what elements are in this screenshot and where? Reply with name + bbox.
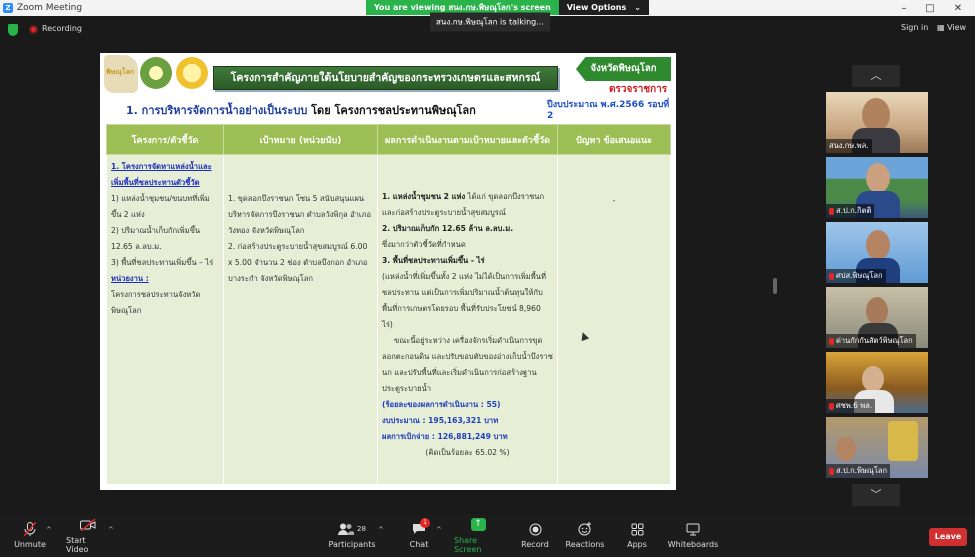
slide-title: โครงการสำคัญภายใต้นโยบายสำคัญของกระทรวงเ… xyxy=(213,66,558,90)
view-button[interactable]: ▦ View xyxy=(937,23,966,32)
security-shield-icon[interactable] xyxy=(8,24,18,36)
inspection-label: ตรวจราชการ xyxy=(609,84,668,95)
ministry-seal-logo xyxy=(140,57,172,89)
chat-options-caret[interactable]: ^ xyxy=(436,526,442,534)
chevron-down-icon: ﹀ xyxy=(870,488,882,501)
video-options-caret[interactable]: ^ xyxy=(108,526,114,534)
province-seal-logo xyxy=(176,57,208,89)
section-title: 1. การบริหารจัดการน้ำอย่างเป็นระบบ โดย โ… xyxy=(126,104,476,117)
shared-screen-slide: พิษณุโลก โครงการสำคัญภายใต้นโยบายสำคัญขอ… xyxy=(100,53,676,490)
participants-button[interactable]: 28 Participants xyxy=(326,514,378,557)
minimize-button[interactable]: – xyxy=(891,0,917,16)
whiteboards-button[interactable]: Whiteboards xyxy=(668,514,718,557)
chat-unread-badge: 1 xyxy=(420,518,430,528)
apps-icon xyxy=(629,522,645,536)
gallery-scroll-up-button[interactable]: ︿ xyxy=(852,65,900,87)
recording-icon xyxy=(29,25,38,34)
meeting-toolbar: Unmute ^ Start Video ^ 28 Participants ^… xyxy=(0,514,975,557)
chevron-up-icon: ︿ xyxy=(870,69,882,82)
table-cell-result: 1. แหล่งน้ำชุมชน 2 แห่ง ได้แก่ ขุดลอกบึง… xyxy=(377,154,558,485)
muted-mic-icon xyxy=(22,522,38,536)
apps-button[interactable]: Apps xyxy=(624,514,650,557)
table-header: ปัญหา ข้อเสนอแนะ xyxy=(557,124,671,155)
table-header: ผลการดำเนินงานตามเป้าหมายและตัวชี้วัด xyxy=(377,124,558,155)
table-header: เป้าหมาย (หน่วยนับ) xyxy=(223,124,378,155)
province-map-logo: พิษณุโลก xyxy=(104,55,138,93)
record-icon xyxy=(527,522,543,536)
active-speaker-label: สนง.กษ.พิษณุโลก is talking... xyxy=(430,12,550,32)
audio-options-caret[interactable]: ^ xyxy=(46,526,52,534)
table-cell-issues: - xyxy=(557,154,671,485)
participant-tile[interactable]: ส.ป.ก.พิษณุโลก xyxy=(826,417,928,478)
province-label: จังหวัดพิษณุโลก xyxy=(576,57,671,81)
whiteboard-icon xyxy=(685,522,701,536)
view-options-button[interactable]: View Options ⌄ xyxy=(558,0,649,15)
share-screen-button[interactable]: ↑ Share Screen xyxy=(454,514,502,557)
participants-options-caret[interactable]: ^ xyxy=(378,526,384,534)
participant-count: 28 xyxy=(357,525,366,533)
muted-mic-icon xyxy=(829,272,834,280)
leave-button[interactable]: Leave xyxy=(929,528,967,546)
slide-header: พิษณุโลก โครงการสำคัญภายใต้นโยบายสำคัญขอ… xyxy=(100,53,676,121)
muted-mic-icon xyxy=(829,402,834,410)
table-cell-target: 1. ขุดลอกบึงราชนก โซน 5 สนับสนุนแผนบริหา… xyxy=(223,154,378,485)
participant-tile[interactable]: ศชพ.6 พล. xyxy=(826,352,928,413)
table-header: โครงการ/ตัวชี้วัด xyxy=(106,124,224,155)
zoom-logo-icon: Z xyxy=(3,3,13,13)
grid-icon: ▦ xyxy=(937,23,945,32)
unmute-button[interactable]: Unmute xyxy=(12,514,48,557)
close-button[interactable]: ✕ xyxy=(945,0,971,16)
table-cell-project: 1. โครงการจัดหาแหล่งน้ำและเพิ่มพื้นที่ชล… xyxy=(106,154,224,485)
window-title: Zoom Meeting xyxy=(17,3,83,13)
start-video-button[interactable]: Start Video xyxy=(66,514,110,557)
table-row: 1. โครงการจัดหาแหล่งน้ำและเพิ่มพื้นที่ชล… xyxy=(106,154,671,485)
chevron-down-icon: ⌄ xyxy=(634,3,641,12)
reactions-button[interactable]: Reactions xyxy=(566,514,604,557)
participant-tile[interactable]: ส.ป.ก.กิตติ xyxy=(826,157,928,218)
video-off-icon xyxy=(80,518,96,532)
gallery-scroll-down-button[interactable]: ﹀ xyxy=(852,484,900,506)
reaction-smiley-icon xyxy=(577,522,593,536)
participant-tile[interactable]: ศปส.พิษณุโลก xyxy=(826,222,928,283)
muted-mic-icon xyxy=(829,337,834,345)
maximize-button[interactable]: □ xyxy=(917,0,943,16)
budget-year-label: ปีงบประมาณ พ.ศ.2566 รอบที่ 2 xyxy=(547,100,670,121)
record-button[interactable]: Record xyxy=(518,514,552,557)
zoom-window: Z Zoom Meeting – □ ✕ You are viewing สนง… xyxy=(0,0,975,557)
participants-icon: 28 xyxy=(335,522,369,536)
split-drag-handle[interactable] xyxy=(773,278,777,294)
recording-label: Recording xyxy=(42,24,83,33)
participant-tile[interactable]: สนง.กษ.พล. xyxy=(826,92,928,153)
project-table: โครงการ/ตัวชี้วัด เป้าหมาย (หน่วยนับ) ผล… xyxy=(106,124,671,485)
muted-mic-icon xyxy=(829,207,834,215)
share-screen-icon: ↑ xyxy=(470,518,486,531)
participant-tile[interactable]: ด่านกักกันสัตว์พิษณุโลก xyxy=(826,287,928,348)
sign-in-link[interactable]: Sign in xyxy=(901,23,928,32)
muted-mic-icon xyxy=(829,467,834,475)
